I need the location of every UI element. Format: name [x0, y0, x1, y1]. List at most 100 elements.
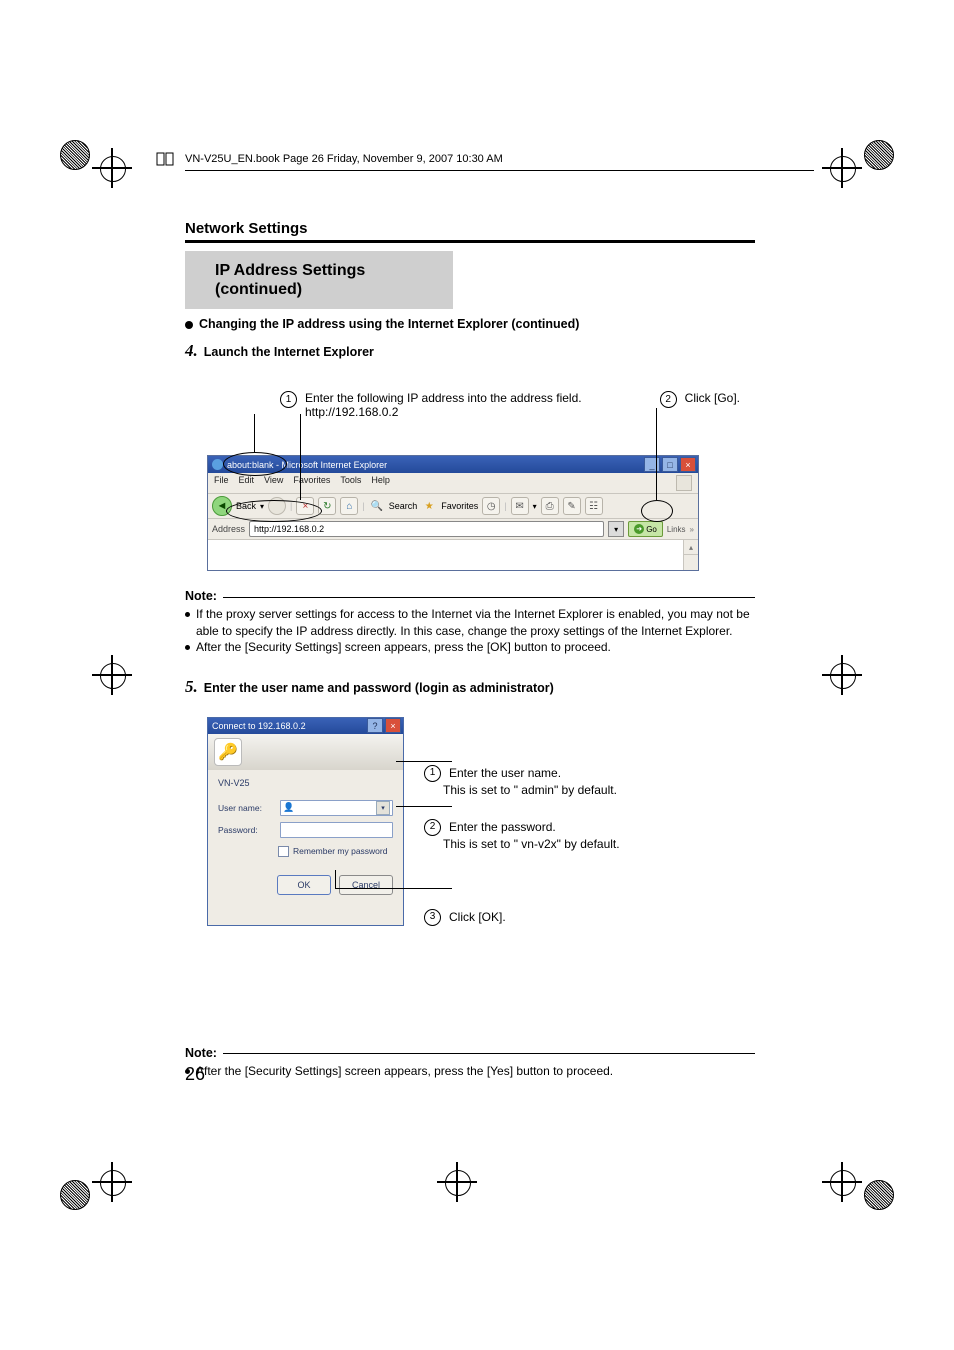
close-button[interactable]: ×	[680, 457, 696, 472]
bullet-icon	[185, 321, 193, 329]
home-icon[interactable]: ⌂	[340, 497, 358, 515]
callout-2: 2 Click [Go].	[660, 391, 740, 419]
note1-item2: After the [Security Settings] screen app…	[196, 639, 611, 655]
step-number: 4.	[185, 341, 198, 361]
favorites-label: Favorites	[441, 501, 478, 511]
ie-window: about:blank - Microsoft Internet Explore…	[207, 455, 699, 571]
ie-title: about:blank - Microsoft Internet Explore…	[227, 460, 387, 470]
remember-label: Remember my password	[293, 846, 387, 856]
note-block-1: Note: If the proxy server settings for a…	[185, 589, 755, 655]
circled-2-icon: 2	[424, 819, 441, 836]
go-label: Go	[646, 525, 657, 534]
remember-checkbox[interactable]: Remember my password	[278, 846, 393, 857]
maximize-button[interactable]: □	[662, 457, 678, 472]
circled-1-icon: 1	[280, 391, 297, 408]
edit-icon[interactable]: ✎	[563, 497, 581, 515]
print-icon[interactable]: ⎙	[541, 497, 559, 515]
topic-text: Changing the IP address using the Intern…	[199, 317, 579, 331]
ie-titlebar: about:blank - Microsoft Internet Explore…	[208, 456, 698, 473]
page-number: 26	[185, 1064, 205, 1085]
callout-1-line1: Enter the following IP address into the …	[305, 391, 582, 405]
note-rule	[223, 597, 755, 598]
menu-tools[interactable]: Tools	[340, 475, 361, 491]
callout-1-line2: http://192.168.0.2	[305, 405, 582, 419]
back-label: Back	[236, 501, 256, 511]
step-4: 4. Launch the Internet Explorer	[185, 341, 755, 361]
dropdown-icon[interactable]: ▾	[376, 801, 390, 815]
running-header: VN-V25U_EN.book Page 26 Friday, November…	[185, 170, 814, 183]
registration-mark-icon	[822, 1162, 862, 1202]
search-icon[interactable]: 🔍	[369, 498, 385, 514]
registration-mark-icon	[92, 148, 132, 188]
registration-mark-icon	[92, 655, 132, 695]
login-header: 🔑	[208, 734, 403, 770]
note-label: Note:	[185, 589, 217, 603]
go-button[interactable]: ➜Go	[628, 521, 663, 537]
header-text: VN-V25U_EN.book Page 26 Friday, November…	[185, 153, 509, 165]
step-5: 5. Enter the user name and password (log…	[185, 677, 755, 697]
section-rule	[185, 240, 755, 243]
annot1-line2: This is set to " admin" by default.	[443, 782, 620, 799]
menu-edit[interactable]: Edit	[239, 475, 255, 491]
book-icon	[155, 149, 175, 169]
registration-mark-icon	[437, 1162, 477, 1202]
ie-menu-bar: File Edit View Favorites Tools Help	[208, 473, 698, 493]
back-button[interactable]: ◄	[212, 496, 232, 516]
close-button[interactable]: ×	[385, 718, 401, 733]
subsection-line2: (continued)	[215, 280, 441, 299]
checkbox-icon	[278, 846, 289, 857]
discuss-icon[interactable]: ☷	[585, 497, 603, 515]
address-input[interactable]: http://192.168.0.2	[249, 521, 604, 537]
annot2-line1: Enter the password.	[449, 819, 556, 836]
registration-mark-icon	[822, 148, 862, 188]
ie-throbber-icon	[676, 475, 692, 491]
favorites-icon[interactable]: ★	[421, 498, 437, 514]
menu-help[interactable]: Help	[371, 475, 390, 491]
print-corner-ball	[60, 1180, 90, 1210]
username-label: User name:	[218, 803, 274, 813]
ok-button[interactable]: OK	[277, 875, 331, 895]
circled-1-icon: 1	[424, 765, 441, 782]
note-label: Note:	[185, 1046, 217, 1060]
subsection-heading: IP Address Settings (continued)	[185, 251, 453, 309]
cancel-label: Cancel	[352, 880, 380, 890]
cancel-button[interactable]: Cancel	[339, 875, 393, 895]
note-block-2: Note: After the [Security Settings] scre…	[185, 1046, 755, 1079]
callout-1: 1 Enter the following IP address into th…	[280, 391, 582, 419]
user-icon: 👤	[283, 802, 294, 813]
login-annotations: 1 Enter the user name. This is set to " …	[424, 765, 620, 926]
note-rule	[223, 1053, 755, 1054]
address-label: Address	[212, 524, 245, 534]
registration-mark-icon	[92, 1162, 132, 1202]
mail-icon[interactable]: ✉	[511, 497, 529, 515]
ie-logo-icon	[212, 459, 223, 470]
circled-2-icon: 2	[660, 391, 677, 408]
scrollbar[interactable]: ▴	[683, 540, 698, 570]
bullet-icon	[185, 612, 190, 617]
links-label: Links	[667, 525, 686, 534]
stop-icon[interactable]: ×	[296, 497, 314, 515]
registration-mark-icon	[822, 655, 862, 695]
subsection-line1: IP Address Settings	[215, 261, 441, 280]
ok-label: OK	[297, 880, 310, 890]
login-title-text: Connect to 192.168.0.2	[212, 721, 306, 731]
ie-viewport: ▴	[208, 539, 698, 570]
step-text: Enter the user name and password (login …	[204, 681, 554, 695]
refresh-icon[interactable]: ↻	[318, 497, 336, 515]
topic-bullet: Changing the IP address using the Intern…	[185, 317, 755, 331]
help-button[interactable]: ?	[367, 718, 383, 733]
username-input[interactable]: 👤 ▾	[280, 800, 393, 816]
note1-item1: If the proxy server settings for access …	[196, 606, 755, 638]
history-icon[interactable]: ◷	[482, 497, 500, 515]
password-input[interactable]	[280, 822, 393, 838]
address-dropdown-icon[interactable]: ▾	[608, 521, 624, 537]
menu-file[interactable]: File	[214, 475, 229, 491]
forward-button[interactable]	[268, 497, 286, 515]
menu-favorites[interactable]: Favorites	[293, 475, 330, 491]
annot1-line1: Enter the user name.	[449, 765, 561, 782]
note2-item1: After the [Security Settings] screen app…	[196, 1063, 613, 1079]
search-label: Search	[389, 501, 418, 511]
step-number: 5.	[185, 677, 198, 697]
menu-view[interactable]: View	[264, 475, 283, 491]
minimize-button[interactable]: _	[644, 457, 660, 472]
